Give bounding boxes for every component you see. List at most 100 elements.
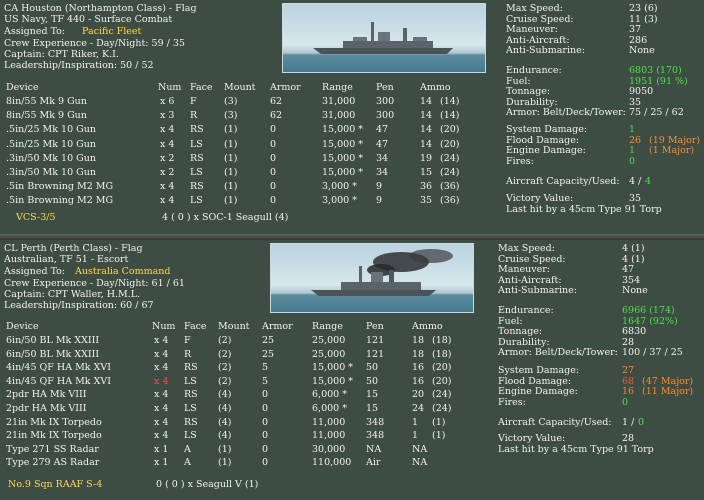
damage-label: Flood Damage: (498, 375, 572, 387)
stat-value: 11 (3) (629, 13, 658, 25)
device-name[interactable]: .5in/25 Mk 10 Gun (6, 124, 96, 135)
device-pen: 15 (366, 389, 379, 401)
stat-value: 286 (629, 34, 648, 46)
device-name[interactable]: Type 279 AS Radar (6, 457, 99, 468)
air-unit-link[interactable]: VCS-3/5 (16, 212, 55, 223)
device-ammo: 18 (412, 348, 425, 360)
stat-value: 6803 (170) (629, 65, 682, 76)
device-num: x 4 (154, 430, 169, 442)
assigned-command-link[interactable]: Australia Command (75, 266, 171, 277)
col-header-range: Range (322, 82, 353, 93)
last-hit: Last hit by a 45cm Type 91 Torp (498, 444, 654, 455)
device-name[interactable]: .5in Browning M2 MG (6, 195, 113, 206)
device-range: 3,000 * (322, 181, 357, 193)
device-name[interactable]: 21in Mk IX Torpedo (6, 417, 102, 428)
stat-value: 9050 (629, 86, 654, 97)
stat-value: 4 (1) (622, 243, 645, 254)
device-name[interactable]: .5in Browning M2 MG (6, 181, 113, 192)
damage-major: (19 Major) (649, 134, 701, 146)
device-mount: (3) (224, 110, 238, 122)
aircraft-capacity-value: 1 / (622, 417, 635, 428)
device-armor: 0 (262, 389, 269, 401)
device-face: RS (184, 362, 198, 374)
device-num: x 3 (160, 110, 175, 122)
assigned-command-link[interactable]: Pacific Fleet (82, 26, 141, 37)
device-armor: 0 (270, 138, 277, 150)
damage-value: 27 (622, 365, 635, 376)
damage-value: 68 (622, 375, 635, 387)
ship-silhouette (313, 22, 453, 54)
air-unit-detail: 4 ( 0 ) x SOC-1 Seagull (4) (162, 212, 289, 223)
device-mount: (2) (218, 348, 232, 360)
stat-label: Durability: (498, 336, 550, 348)
device-name[interactable]: .3in/50 Mk 10 Gun (6, 153, 96, 164)
device-face: RS (190, 124, 204, 136)
stat-label: Tonnage: (506, 86, 551, 97)
device-pen: 47 (376, 124, 389, 136)
device-range: 15,000 * (312, 375, 354, 387)
device-name[interactable]: 21in Mk IX Torpedo (6, 430, 102, 441)
device-num: x 4 (160, 181, 175, 193)
device-ammo: 18 (412, 335, 425, 346)
damage-label: System Damage: (506, 124, 588, 135)
device-mount: (1) (224, 195, 238, 207)
device-mount: (1) (224, 138, 238, 150)
device-num: x 2 (160, 167, 175, 178)
stat-label: Fuel: (498, 315, 523, 327)
device-range: 15,000 * (312, 362, 354, 374)
stat-label: Max Speed: (506, 3, 563, 14)
device-name[interactable]: Type 271 SS Radar (6, 444, 99, 455)
device-mount: (3) (224, 96, 238, 107)
captain-name[interactable]: Captain: CPT Riker, K.I. (4, 49, 119, 60)
stat-value: 37 (629, 24, 642, 35)
device-name[interactable]: 8in/55 Mk 9 Gun (6, 96, 87, 107)
captain-name[interactable]: Captain: CPT Waller, H.M.L. (4, 289, 140, 300)
stat-label: Anti-Aircraft: (498, 274, 562, 286)
device-name[interactable]: 2pdr HA Mk VIII (6, 389, 87, 400)
device-face: F (184, 335, 191, 346)
device-pen: 15 (366, 403, 379, 414)
device-range: 15,000 * (322, 138, 364, 150)
device-ammo: 1 (412, 416, 419, 428)
device-ammo-max: (20) (432, 375, 452, 387)
device-name[interactable]: 8in/55 Mk 9 Gun (6, 110, 87, 121)
device-armor: 5 (262, 362, 269, 374)
ship-title[interactable]: CA Houston (Northampton Class) - Flag (4, 3, 197, 14)
damage-value: 26 (629, 134, 642, 146)
device-face: LS (184, 375, 197, 387)
ship-title[interactable]: CL Perth (Perth Class) - Flag (4, 243, 143, 254)
device-face: RS (190, 152, 204, 164)
stat-label: Endurance: (506, 65, 562, 76)
device-face: RS (184, 389, 198, 401)
stat-label: Armor: Belt/Deck/Tower: (506, 107, 626, 118)
device-name[interactable]: 6in/50 BL Mk XXIII (6, 349, 99, 360)
aircraft-used-value: 4 (645, 176, 652, 187)
device-pen: 9 (376, 181, 383, 193)
device-ammo: 15 (420, 167, 433, 178)
device-name[interactable]: 4in/45 QF HA Mk XVI (6, 362, 111, 373)
device-mount: (1) (218, 443, 232, 455)
device-name[interactable]: .5in/25 Mk 10 Gun (6, 139, 96, 150)
damage-value: 1 (629, 124, 636, 135)
col-header-armor: Armor (262, 321, 293, 332)
stat-label: Endurance: (498, 305, 554, 316)
device-armor: 0 (262, 457, 269, 469)
device-mount: (4) (218, 403, 232, 414)
ship-navy-tf[interactable]: US Navy, TF 440 - Surface Combat (4, 14, 172, 25)
device-ammo: 14 (420, 124, 433, 136)
device-ammo-max: (18) (432, 348, 452, 360)
col-header-face: Face (184, 321, 207, 332)
device-range: 6,000 * (312, 389, 347, 401)
device-mount: (2) (218, 362, 232, 374)
damage-major: (11 Major) (642, 386, 694, 397)
device-name[interactable]: 6in/50 BL Mk XXIII (6, 335, 99, 346)
device-ammo-max: (24) (432, 389, 452, 401)
ship-navy-tf[interactable]: Australian, TF 51 - Escort (4, 254, 128, 265)
device-name[interactable]: 4in/45 QF HA Mk XVI (6, 376, 111, 387)
device-name[interactable]: .3in/50 Mk 10 Gun (6, 167, 96, 178)
device-name[interactable]: 2pdr HA Mk VIII (6, 403, 87, 414)
air-unit-link[interactable]: No.9 Sqn RAAF S-4 (8, 479, 102, 490)
device-ammo: 24 (412, 403, 425, 414)
device-num: x 4 (154, 348, 169, 360)
device-num: x 4 (154, 416, 169, 428)
